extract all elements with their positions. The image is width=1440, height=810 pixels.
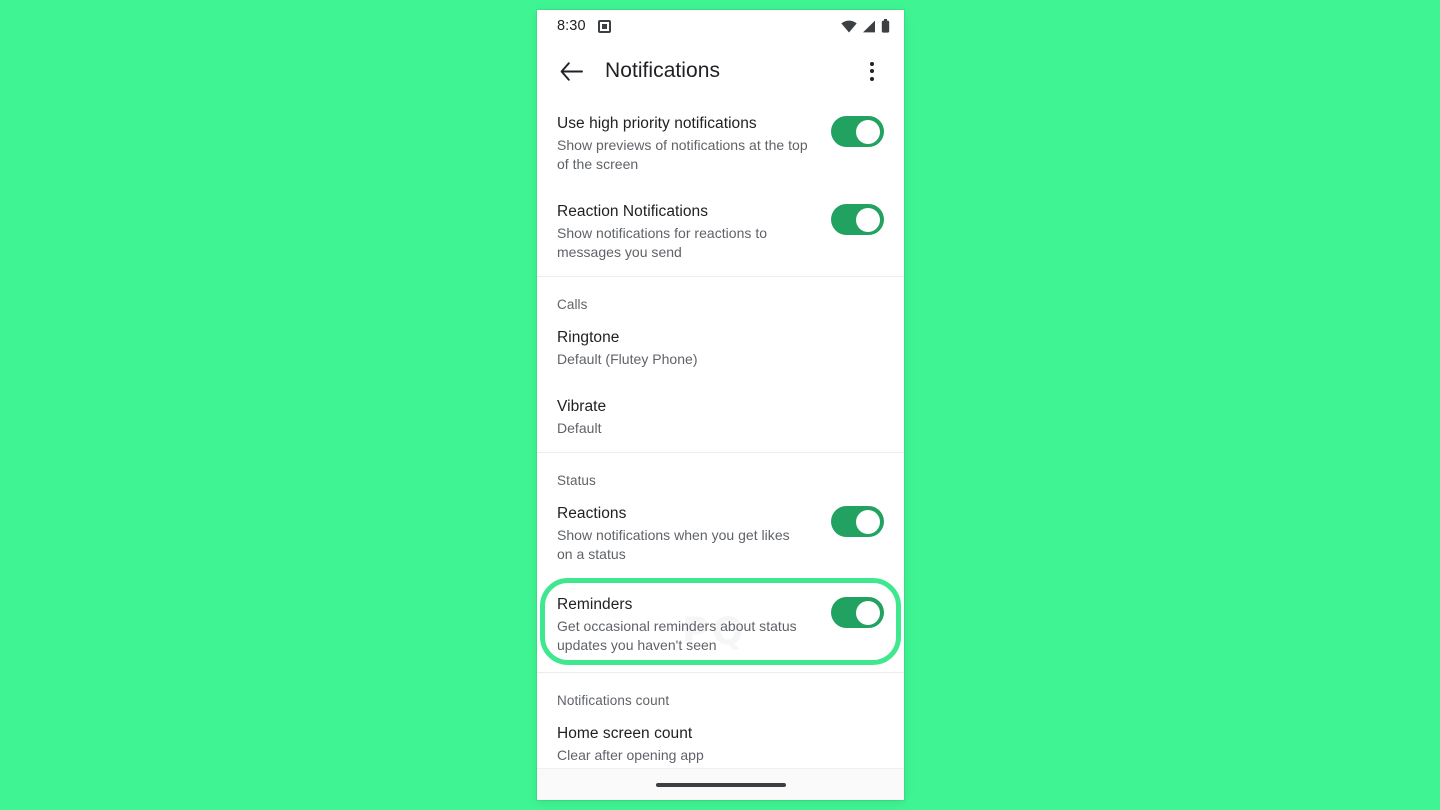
row-text: Ringtone Default (Flutey Phone) [557, 328, 884, 369]
row-title: Reactions [557, 505, 627, 522]
row-subtitle: Default (Flutey Phone) [557, 351, 698, 367]
status-bar: 8:30 [537, 10, 904, 42]
row-subtitle: Show previews of notifications at the to… [557, 137, 808, 172]
toggle-knob [856, 600, 880, 625]
row-reminders[interactable]: Reminders Get occasional reminders about… [537, 578, 904, 672]
row-ringtone[interactable]: Ringtone Default (Flutey Phone) [537, 314, 904, 383]
section-header-status: Status [557, 473, 596, 488]
row-subtitle: Clear after opening app [557, 747, 704, 763]
overflow-dot [870, 69, 874, 73]
row-text: Use high priority notifications Show pre… [557, 114, 831, 174]
row-text: Reaction Notifications Show notification… [557, 202, 831, 262]
row-reactions[interactable]: Reactions Show notifications when you ge… [537, 490, 904, 578]
row-reaction-notifications[interactable]: Reaction Notifications Show notification… [537, 188, 904, 276]
section-calls: Calls Ringtone Default (Flutey Phone) Vi… [537, 277, 904, 452]
toggle-reaction-notifications[interactable] [831, 204, 884, 235]
row-subtitle: Get occasional reminders about status up… [557, 618, 797, 653]
row-title: Reminders [557, 596, 633, 613]
back-button[interactable] [553, 53, 589, 89]
row-title: Vibrate [557, 398, 607, 415]
toggle-knob [856, 207, 880, 232]
row-title: Use high priority notifications [557, 115, 757, 132]
section-header-notifications-count: Notifications count [557, 693, 670, 708]
row-vibrate[interactable]: Vibrate Default [537, 383, 904, 452]
app-bar: Notifications [537, 42, 904, 100]
status-bar-icons [841, 19, 890, 33]
app-notification-icon [597, 19, 611, 33]
row-text: Home screen count Clear after opening ap… [557, 724, 884, 765]
row-text: Reminders Get occasional reminders about… [557, 595, 831, 655]
section-general: Use high priority notifications Show pre… [537, 100, 904, 276]
row-subtitle: Show notifications when you get likes on… [557, 527, 790, 562]
battery-icon [881, 19, 890, 33]
row-subtitle: Default [557, 420, 602, 436]
overflow-dot [870, 76, 874, 81]
overflow-menu-icon[interactable] [854, 53, 890, 89]
overflow-dot [870, 61, 874, 66]
wifi-icon [841, 20, 857, 32]
row-text: Vibrate Default [557, 397, 884, 438]
row-text: Reactions Show notifications when you ge… [557, 504, 831, 564]
navigation-bar [537, 768, 904, 800]
cellular-signal-icon [863, 20, 875, 32]
row-subtitle: Show notifications for reactions to mess… [557, 225, 768, 260]
toggle-knob [856, 119, 880, 144]
row-use-high-priority-notifications[interactable]: Use high priority notifications Show pre… [537, 100, 904, 188]
row-title: Ringtone [557, 329, 620, 346]
status-bar-time: 8:30 [557, 18, 586, 34]
page-title: Notifications [605, 59, 721, 82]
section-header-calls: Calls [557, 297, 588, 312]
row-title: Home screen count [557, 725, 693, 742]
toggle-reactions[interactable] [831, 506, 884, 537]
gesture-handle[interactable] [655, 782, 786, 787]
toggle-reminders[interactable] [831, 597, 884, 628]
back-arrow-icon [560, 61, 583, 81]
settings-list: Use high priority notifications Show pre… [537, 100, 904, 779]
section-notifications-count: Notifications count Home screen count Cl… [537, 673, 904, 779]
phone-screen: 8:30 Notifications Use high priority not… [537, 10, 904, 800]
row-title: Reaction Notifications [557, 203, 709, 220]
section-status: Status Reactions Show notifications when… [537, 453, 904, 672]
toggle-knob [856, 509, 880, 534]
toggle-use-high-priority-notifications[interactable] [831, 116, 884, 147]
